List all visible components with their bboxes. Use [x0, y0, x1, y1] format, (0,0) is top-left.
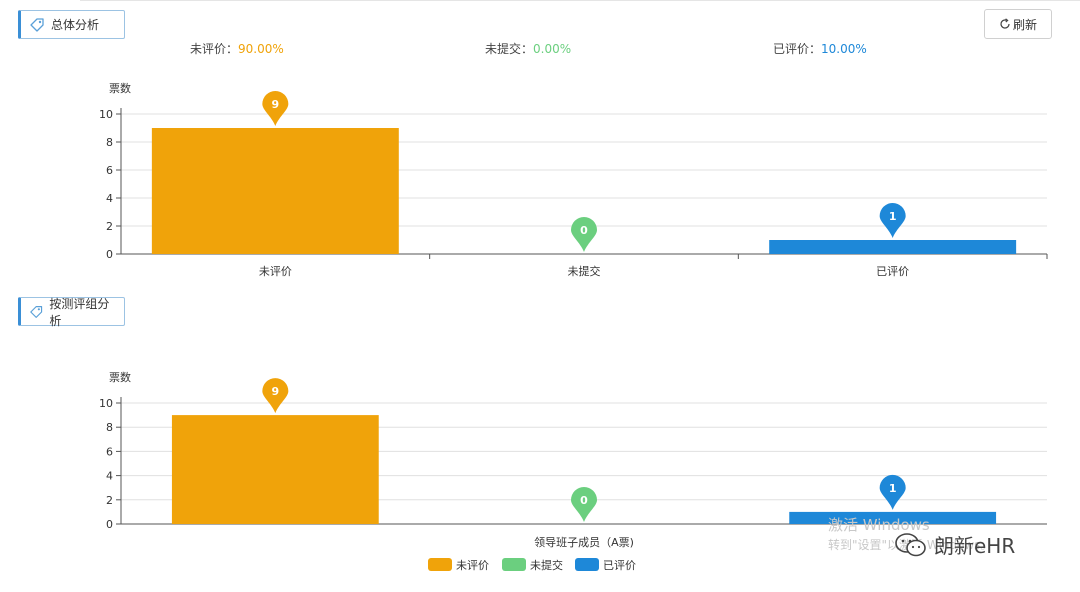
y-tick-label: 6: [106, 164, 113, 177]
stat-unsubmitted: 未提交：0.00%: [485, 40, 571, 57]
stat-value: 10.00%: [821, 42, 867, 56]
y-tick-label: 2: [106, 494, 113, 507]
section-tab-group[interactable]: 按测评组分析: [18, 296, 125, 328]
wechat-icon: [895, 532, 926, 556]
section-title: 总体分析: [51, 18, 100, 32]
top-border: [80, 0, 1080, 4]
legend-swatch: [575, 558, 599, 571]
stat-unrated: 未评价：90.00%: [190, 40, 284, 57]
y-axis-label: 票数: [109, 371, 131, 384]
y-axis-label: 票数: [109, 82, 131, 95]
y-tick-label: 0: [106, 518, 113, 531]
y-tick-label: 4: [106, 192, 113, 205]
stat-value: 0.00%: [533, 42, 572, 56]
data-label: 9: [272, 385, 280, 398]
y-tick-label: 10: [99, 108, 113, 121]
y-tick-label: 8: [106, 136, 113, 149]
stat-label: 已评价：: [773, 42, 822, 56]
data-label: 9: [272, 98, 280, 111]
bar: [769, 240, 1017, 254]
stat-value: 90.00%: [238, 42, 284, 56]
tag-icon: [30, 17, 44, 32]
y-tick-label: 4: [106, 470, 113, 483]
legend-label: 未提交: [530, 558, 563, 572]
stat-rated: 已评价：10.00%: [773, 40, 867, 57]
data-label: 0: [580, 224, 588, 237]
y-tick-label: 0: [106, 248, 113, 261]
x-tick-label: 未提交: [568, 264, 601, 278]
legend-label: 已评价: [603, 559, 636, 572]
data-label: 1: [889, 482, 897, 495]
legend-swatch: [428, 558, 452, 571]
tag-icon: [30, 305, 43, 318]
bar: [171, 415, 379, 524]
overall-bar-chart: 票数 0 2 4 6 8 10 未评价 9 未提交 0 已评价 1: [99, 82, 1048, 278]
refresh-icon: [1000, 18, 1010, 29]
y-tick-label: 8: [106, 421, 113, 434]
stat-label: 未评价：: [190, 42, 239, 56]
x-tick-label: 未评价: [259, 265, 292, 278]
section-title: 按测评组分析: [49, 296, 110, 328]
stat-label: 未提交：: [485, 42, 534, 56]
brand-logo: 朗新eHR: [894, 530, 1015, 559]
legend-label: 未评价: [456, 559, 489, 572]
legend-swatch: [502, 558, 526, 571]
data-label: 1: [889, 210, 897, 223]
y-tick-label: 10: [99, 397, 113, 410]
data-label: 0: [580, 494, 588, 507]
y-tick-label: 2: [106, 220, 113, 233]
x-tick-label: 领导班子成员（A票): [534, 536, 634, 549]
section-tab-overall[interactable]: 总体分析: [18, 10, 125, 39]
refresh-label: 刷新: [1012, 17, 1037, 32]
refresh-button[interactable]: 刷新: [984, 9, 1052, 39]
bar: [151, 128, 399, 254]
brand-name: 朗新eHR: [934, 534, 1016, 558]
y-tick-label: 6: [106, 445, 113, 458]
x-tick-label: 已评价: [876, 265, 909, 278]
